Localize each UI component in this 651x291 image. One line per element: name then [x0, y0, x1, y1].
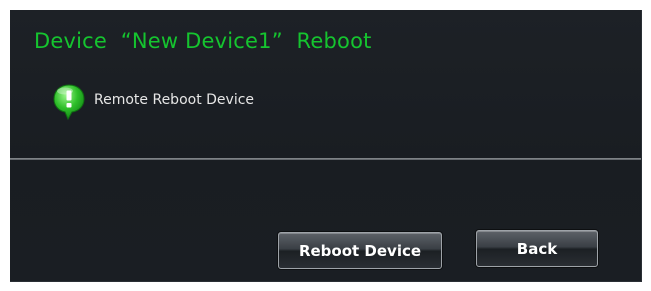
dialog-title: Device “New Device1” Reboot [34, 29, 372, 53]
info-label: Remote Reboot Device [94, 92, 255, 108]
reboot-dialog: Device “New Device1” Reboot Remote Reboo… [10, 10, 642, 282]
divider [10, 158, 641, 160]
info-icon [53, 84, 85, 121]
back-button[interactable]: Back [476, 230, 598, 267]
info-row: Remote Reboot Device [52, 82, 254, 122]
reboot-device-button[interactable]: Reboot Device [278, 232, 442, 269]
